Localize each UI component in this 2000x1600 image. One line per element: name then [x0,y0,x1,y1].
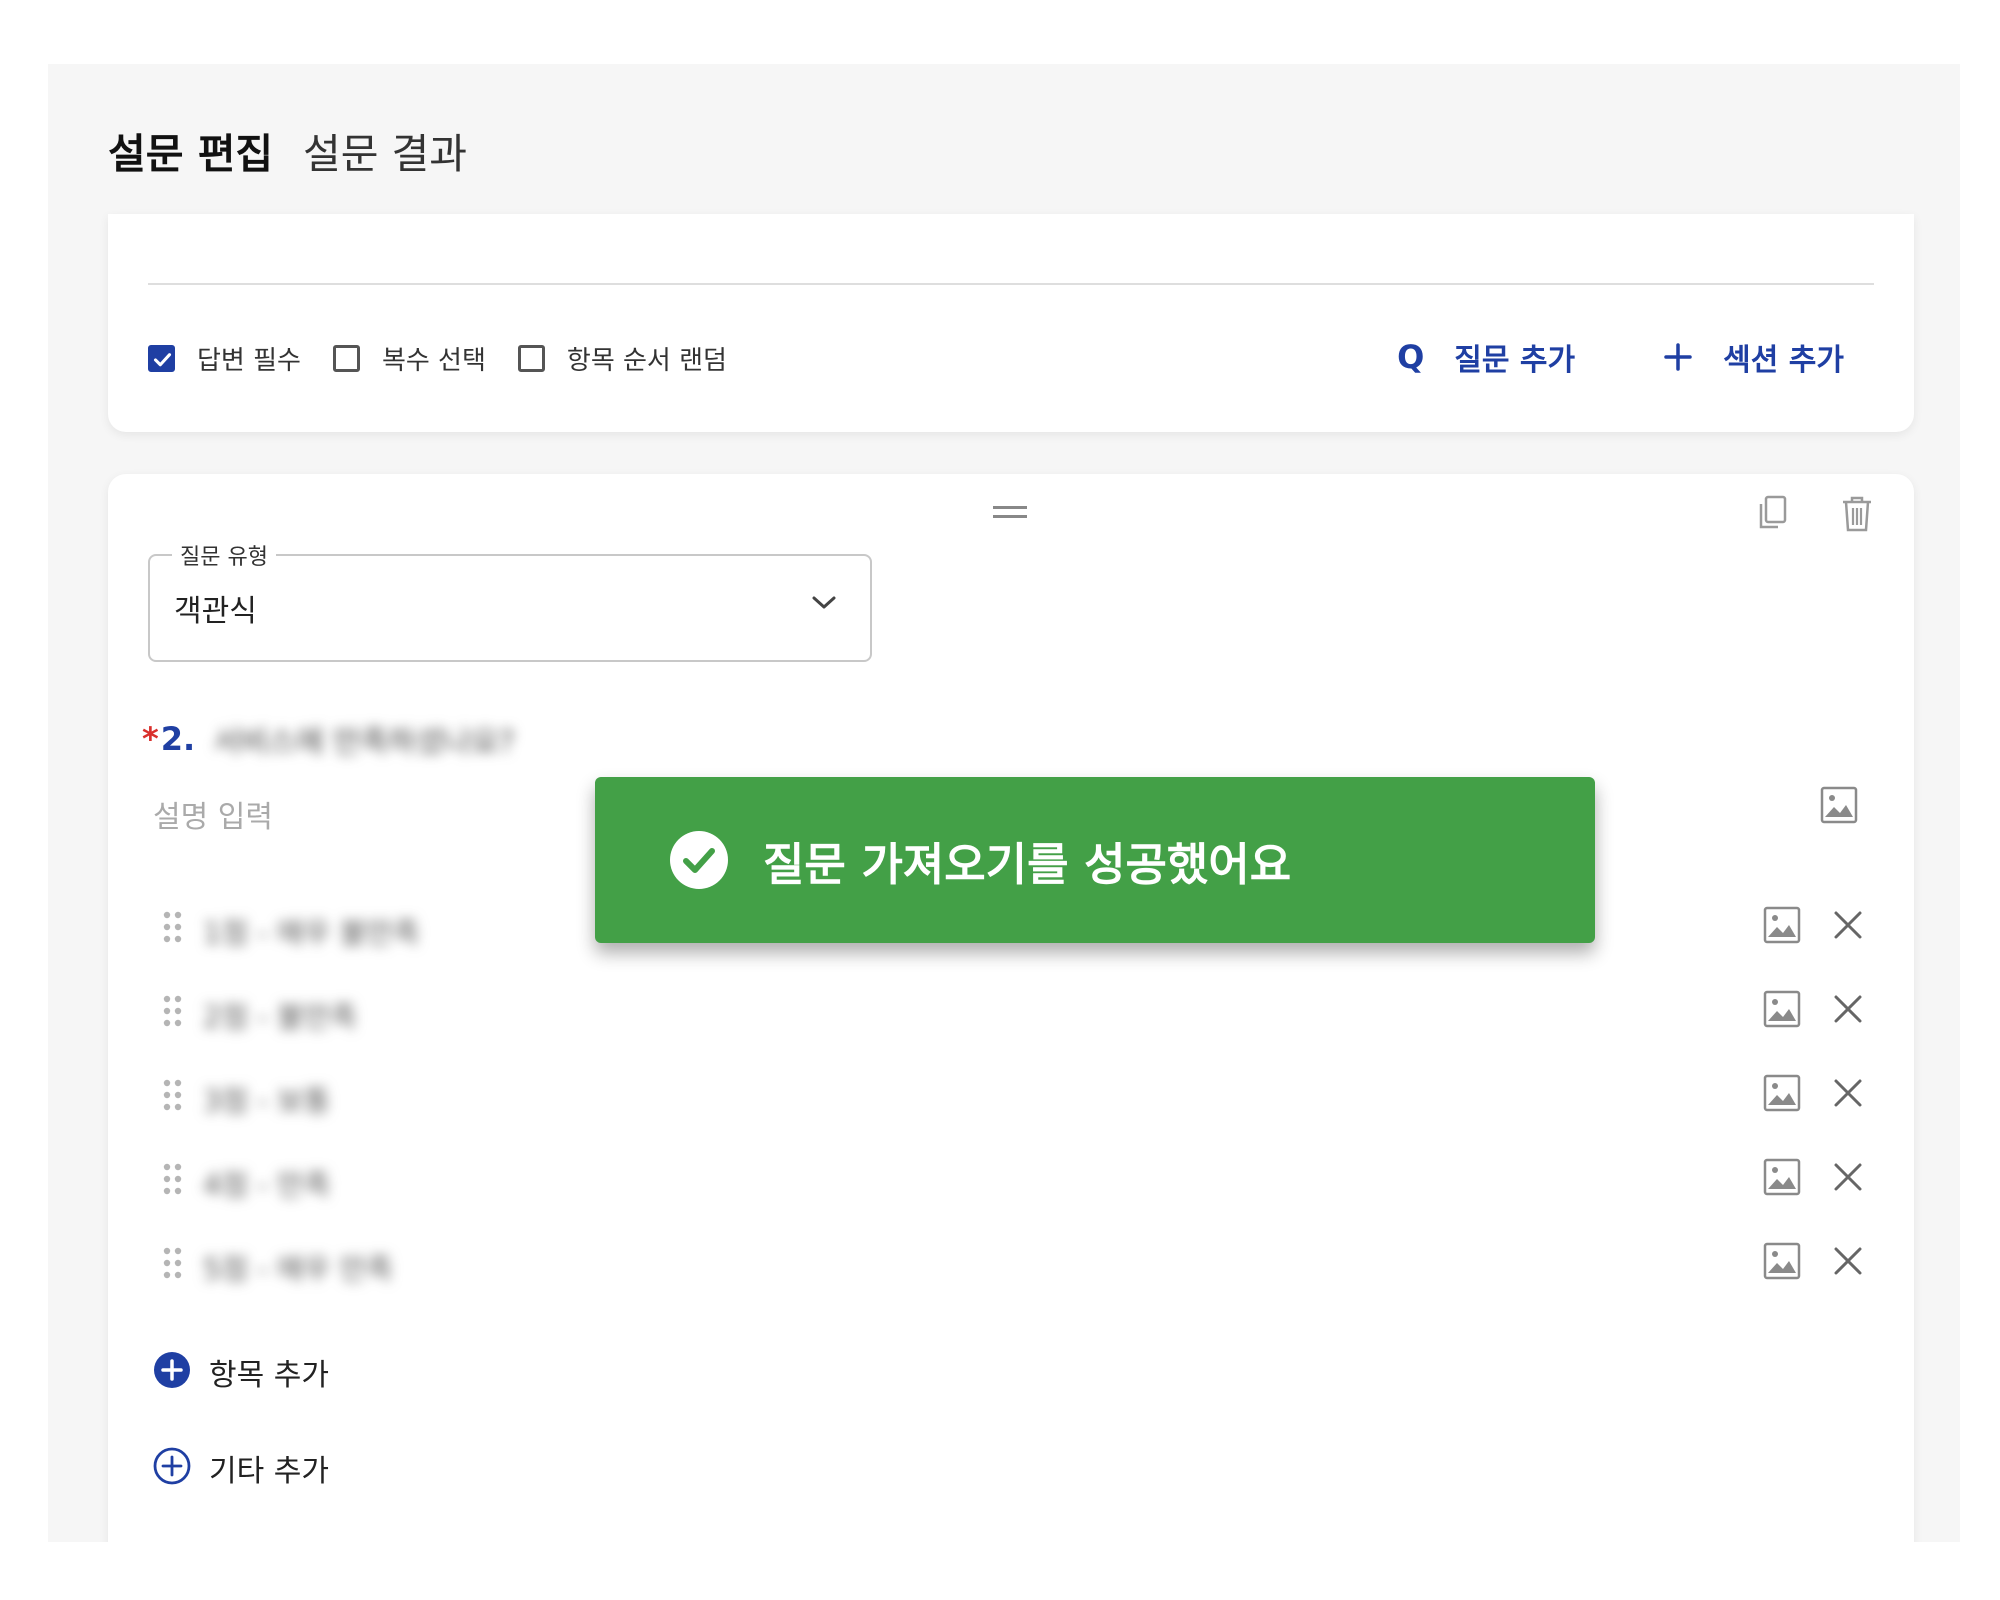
required-checkbox[interactable] [148,344,175,372]
plus-icon [1663,342,1693,372]
close-icon[interactable] [1831,1160,1865,1198]
check-icon [153,352,172,366]
copy-icon[interactable] [1756,494,1790,536]
multiple-label: 복수 선택 [381,345,486,376]
trash-icon[interactable] [1840,494,1874,538]
question-icon: Q [1397,338,1425,376]
question-number: 2. [160,720,196,758]
plus-circle-filled-icon [153,1351,191,1393]
list-item: 3점 - 보통 [148,1062,1888,1146]
question-title-input[interactable]: 서비스에 만족하셨나요? [213,717,514,761]
image-icon[interactable] [1763,1242,1801,1284]
random-order-option[interactable]: 항목 순서 랜덤 [517,340,727,377]
question-options: 답변 필수 복수 선택 항목 순서 랜덤 [148,336,759,380]
required-marker: * [142,720,159,758]
image-icon[interactable] [1820,786,1858,828]
question-type-value: 객관식 [174,594,257,629]
section-settings-card: 답변 필수 복수 선택 항목 순서 랜덤 Q 질문 추가 섹션 추가 [108,214,1914,432]
add-question-button[interactable]: Q 질문 추가 [1397,335,1575,379]
answer-label[interactable]: 1점 - 매우 불만족 [203,910,420,952]
required-option[interactable]: 답변 필수 [148,340,301,377]
tab-survey-edit[interactable]: 설문 편집 [108,104,273,204]
list-item: 2점 - 불만족 [148,978,1888,1062]
add-section-button[interactable]: 섹션 추가 [1663,335,1844,379]
question-type-select[interactable]: 질문 유형 객관식 [148,539,872,662]
image-icon[interactable] [1763,1074,1801,1116]
tab-survey-results[interactable]: 설문 결과 [303,104,467,204]
drag-dots-icon[interactable] [162,994,184,1032]
add-section-label: 섹션 추가 [1723,343,1844,378]
top-actions: Q 질문 추가 섹션 추가 [1309,332,1844,382]
divider [148,283,1874,285]
answer-list: 1점 - 매우 불만족 2점 - 불만족 3점 - 보통 4점 - 만족 5점 … [148,894,1888,1314]
multiple-checkbox[interactable] [332,344,360,372]
question-header: * 2. 서비스에 만족하셨나요? [142,714,515,764]
required-label: 답변 필수 [197,345,301,376]
question-type-label: 질문 유형 [172,539,276,571]
drag-dots-icon[interactable] [162,1162,184,1200]
success-toast: 질문 가져오기를 성공했어요 [595,777,1595,943]
image-icon[interactable] [1763,906,1801,948]
add-item-button[interactable]: 항목 추가 [153,1350,329,1394]
close-icon[interactable] [1831,1076,1865,1114]
drag-dots-icon[interactable] [162,1246,184,1284]
answer-label[interactable]: 3점 - 보통 [203,1078,330,1120]
close-icon[interactable] [1831,1244,1865,1282]
random-label: 항목 순서 랜덤 [566,345,727,376]
toast-message: 질문 가져오기를 성공했어요 [763,837,1292,891]
add-other-label: 기타 추가 [209,1454,329,1489]
answer-label[interactable]: 2점 - 불만족 [203,994,357,1036]
close-icon[interactable] [1831,908,1865,946]
drag-dots-icon[interactable] [162,1078,184,1116]
chevron-down-icon [810,594,838,616]
random-checkbox[interactable] [517,344,545,372]
description-input[interactable]: 설명 입력 [153,792,273,836]
list-item: 5점 - 매우 만족 [148,1230,1888,1314]
close-icon[interactable] [1831,992,1865,1030]
drag-dots-icon[interactable] [162,910,184,948]
drag-handle-icon[interactable] [993,506,1027,520]
image-icon[interactable] [1763,1158,1801,1200]
plus-circle-outline-icon [153,1447,191,1489]
question-card: 질문 유형 객관식 * 2. 서비스에 만족하셨나요? 설명 입력 1점 - 매… [108,474,1914,1542]
list-item: 4점 - 만족 [148,1146,1888,1230]
answer-label[interactable]: 4점 - 만족 [203,1162,330,1204]
answer-label[interactable]: 5점 - 매우 만족 [203,1246,393,1288]
add-item-label: 항목 추가 [209,1358,329,1393]
add-other-button[interactable]: 기타 추가 [153,1446,329,1490]
check-circle-icon [669,830,729,890]
add-question-label: 질문 추가 [1454,343,1576,378]
multiple-choice-option[interactable]: 복수 선택 [332,340,486,377]
survey-editor: 설문 편집 설문 결과 답변 필수 복수 선택 항목 순서 랜덤 Q 질문 추가… [48,64,1960,1542]
image-icon[interactable] [1763,990,1801,1032]
